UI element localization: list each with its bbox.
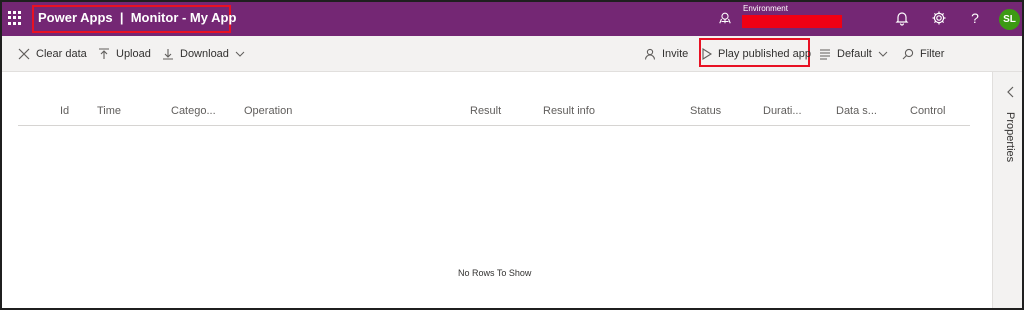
column-header-control[interactable]: Control	[910, 105, 945, 117]
play-icon	[702, 48, 712, 60]
filter-button[interactable]: Filter	[902, 44, 944, 64]
column-header-duration[interactable]: Durati...	[763, 105, 802, 117]
waffle-icon[interactable]	[8, 11, 22, 25]
view-label: Default	[837, 48, 872, 60]
properties-panel[interactable]	[992, 72, 1022, 308]
chevron-down-icon	[878, 51, 888, 57]
search-icon	[902, 48, 914, 60]
upload-label: Upload	[116, 48, 151, 60]
upload-button[interactable]: Upload	[98, 44, 151, 64]
column-header-result-info[interactable]: Result info	[543, 105, 595, 117]
bell-icon[interactable]	[894, 10, 910, 26]
invite-label: Invite	[662, 48, 689, 60]
download-icon	[163, 49, 173, 60]
upload-icon	[99, 48, 109, 59]
top-header-bar: Power Apps | Monitor - My App Environmen…	[2, 2, 1022, 36]
grid-header: Id Time Catego... Operation Result Resul…	[18, 98, 970, 126]
view-dropdown[interactable]: Default	[819, 44, 888, 64]
column-header-result[interactable]: Result	[470, 105, 501, 117]
list-icon	[820, 49, 830, 60]
environment-label: Environment	[743, 4, 788, 13]
app-title[interactable]: Power Apps | Monitor - My App	[38, 10, 236, 25]
column-header-id[interactable]: Id	[60, 105, 69, 117]
gear-icon[interactable]	[931, 10, 947, 26]
person-icon	[644, 48, 656, 60]
properties-label[interactable]: Properties	[1004, 112, 1016, 162]
clear-data-label: Clear data	[36, 48, 87, 60]
close-icon	[18, 48, 30, 60]
app-window: Power Apps | Monitor - My App Environmen…	[0, 0, 1024, 310]
chevron-left-icon[interactable]	[1006, 86, 1016, 98]
download-dropdown[interactable]: Download	[162, 44, 245, 64]
column-header-data-source[interactable]: Data s...	[836, 105, 877, 117]
column-header-time[interactable]: Time	[97, 105, 121, 117]
empty-grid-message: No Rows To Show	[458, 268, 532, 278]
filter-label: Filter	[920, 48, 945, 60]
play-published-app-button[interactable]: Play published app	[702, 44, 811, 64]
clear-data-button[interactable]: Clear data	[18, 44, 87, 64]
help-icon[interactable]: ?	[967, 10, 983, 26]
command-bar: Clear data Upload Download Invite Play p…	[2, 36, 1022, 72]
avatar[interactable]: SL	[999, 9, 1020, 30]
chevron-down-icon	[235, 51, 245, 57]
environment-icon[interactable]	[718, 11, 732, 25]
invite-button[interactable]: Invite	[644, 44, 688, 64]
column-header-status[interactable]: Status	[690, 105, 721, 117]
environment-value-redacted[interactable]	[742, 15, 842, 28]
download-label: Download	[180, 48, 229, 60]
column-header-operation[interactable]: Operation	[244, 105, 292, 117]
column-header-category[interactable]: Catego...	[171, 105, 216, 117]
play-published-app-label: Play published app	[718, 48, 811, 60]
